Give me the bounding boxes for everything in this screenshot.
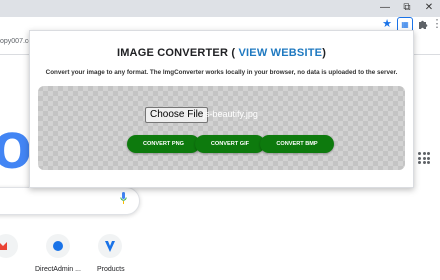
microphone-icon[interactable]: [120, 192, 127, 204]
shortcut-tile-products[interactable]: [98, 234, 122, 258]
selected-file-name: js-beautify.jpg: [203, 109, 258, 119]
shortcut-label-directadmin: DirectAdmin ...: [35, 266, 81, 273]
extensions-puzzle-icon[interactable]: [416, 17, 430, 31]
products-v-icon: [105, 241, 115, 252]
shortcut-tile-gmail[interactable]: [0, 234, 18, 258]
popup-title: IMAGE CONVERTER ( VIEW WEBSITE): [30, 47, 413, 59]
shortcut-tile-directadmin[interactable]: [46, 234, 70, 258]
image-drop-zone[interactable]: Choose File js-beautify.jpg CONVERT PNG …: [38, 86, 405, 170]
view-website-link[interactable]: VIEW WEBSITE: [239, 47, 323, 59]
image-converter-popup: IMAGE CONVERTER ( VIEW WEBSITE) Convert …: [29, 30, 414, 188]
google-search-box[interactable]: [0, 187, 140, 215]
popup-title-text: IMAGE CONVERTER (: [116, 47, 239, 59]
bookmark-star-icon[interactable]: ★: [380, 17, 394, 31]
directadmin-icon: [53, 241, 63, 251]
close-icon[interactable]: ✕: [418, 0, 440, 17]
convert-gif-button[interactable]: CONVERT GIF: [195, 135, 265, 153]
popup-title-close-paren: ): [322, 47, 327, 59]
shortcut-label-products: Products: [97, 266, 125, 273]
menu-kebab-icon[interactable]: ⋮: [430, 17, 440, 31]
apps-grid-icon[interactable]: [418, 152, 430, 164]
convert-png-button[interactable]: CONVERT PNG: [127, 135, 200, 153]
browser-titlebar: — ⧉ ✕: [0, 0, 440, 17]
gmail-icon: [0, 242, 7, 250]
maximize-icon[interactable]: ⧉: [396, 0, 418, 17]
convert-bmp-button[interactable]: CONVERT BMP: [260, 135, 334, 153]
minimize-icon[interactable]: —: [374, 0, 396, 17]
popup-description: Convert your image to any format. The Im…: [45, 69, 398, 76]
choose-file-button[interactable]: Choose File: [145, 107, 209, 123]
